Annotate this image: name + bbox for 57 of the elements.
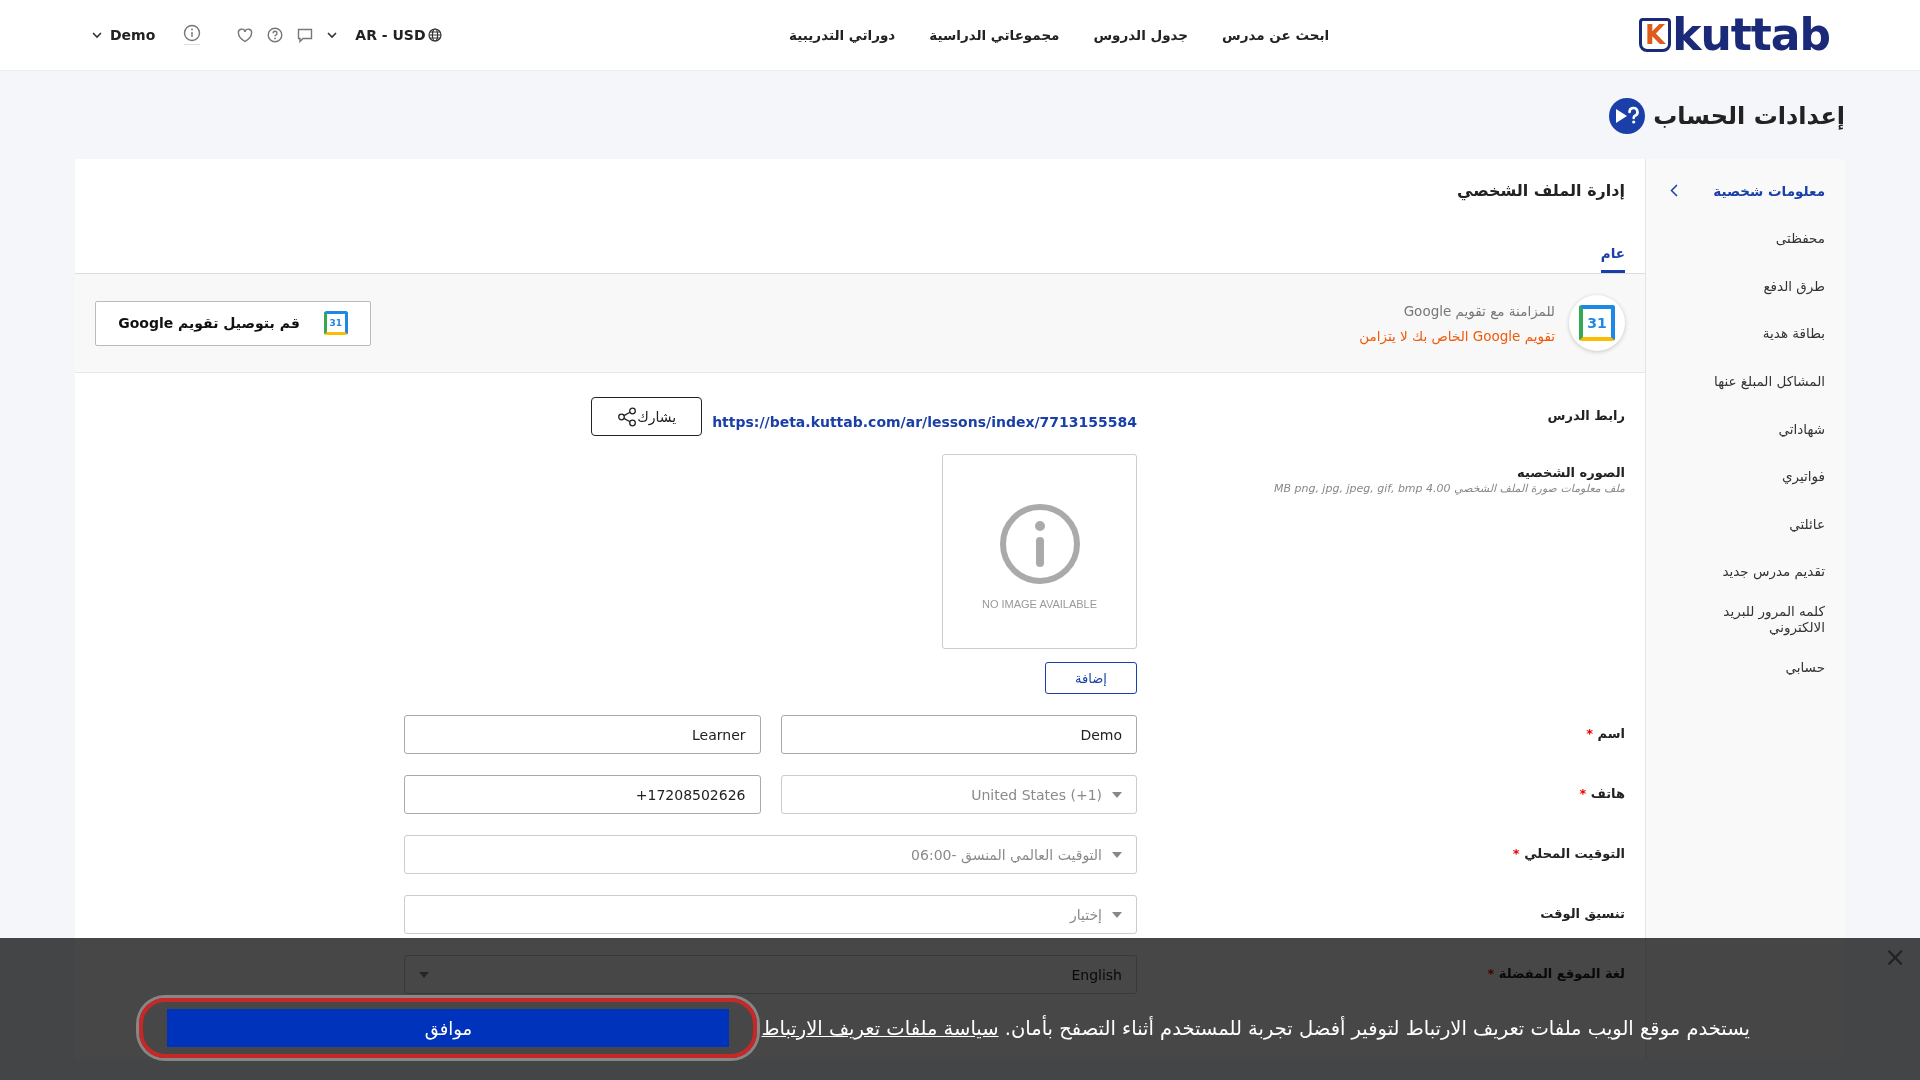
dropdown-arrow-icon — [1112, 791, 1122, 798]
help-icon[interactable] — [267, 27, 284, 43]
dropdown-field[interactable]: التوقيت العالمي المنسق -06:00 — [404, 835, 1137, 874]
nav-link[interactable]: دوراتي التدريبية — [789, 27, 896, 43]
calendar-icon: 31 — [323, 311, 348, 335]
sidebar-item[interactable]: بطاقة هدية — [1646, 309, 1845, 358]
sidebar-item[interactable]: عائلتي — [1646, 500, 1845, 548]
dropdown-field[interactable]: إختيار — [404, 895, 1137, 934]
dropdown-arrow-icon — [1112, 911, 1122, 918]
sidebar-item[interactable]: معلومات شخصية — [1646, 167, 1845, 215]
share-button[interactable]: يشارك — [591, 397, 703, 436]
card-title: إدارة الملف الشخصي — [1455, 180, 1625, 203]
language-currency-button[interactable]: AR - USD — [355, 27, 442, 43]
cookie-policy-link[interactable]: سياسة ملفات تعريف الارتباط — [761, 1016, 999, 1040]
user-menu-button[interactable]: Demo — [92, 27, 156, 43]
sidebar-item[interactable]: حسابي — [1646, 642, 1845, 691]
sidebar-item[interactable]: محفظتى — [1646, 214, 1845, 263]
nav-link[interactable]: جدول الدروس — [1093, 27, 1189, 43]
field-label: تنسيق الوقت — [1540, 906, 1625, 921]
sidebar-item[interactable]: تقديم مدرس جديد — [1646, 547, 1845, 596]
nav-link[interactable]: ابحث عن مدرس — [1222, 27, 1330, 43]
globe-icon — [427, 28, 442, 42]
share-icon — [617, 406, 638, 427]
sync-title: للمزامنة مع تقويم Google — [1402, 302, 1555, 319]
field-label: هاتف * — [1579, 786, 1625, 801]
add-photo-button[interactable]: إضافة — [1045, 662, 1137, 694]
info-icon — [997, 501, 1082, 586]
chevron-down-icon[interactable] — [327, 31, 338, 39]
input-field[interactable]: Demo — [780, 715, 1137, 754]
dropdown-arrow-icon — [1112, 851, 1122, 858]
field-label: اسم * — [1586, 726, 1625, 741]
sidebar-item[interactable]: كلمه المرور للبريد الالكتروني — [1646, 595, 1845, 643]
accept-button[interactable]: موافق — [167, 1009, 730, 1047]
cookie-message: يستخدم موقع الويب ملفات تعريف الارتباط لتوفير أفضل تجربة للمستخدم أثناء التصفح بأمان. سياسة ملفات تعريف الارتباط — [761, 1016, 1750, 1040]
sync-status: تقويم Google الخاص بك لا يتزامن — [1359, 327, 1555, 344]
logo[interactable]: K kuttab — [1639, 13, 1830, 57]
sidebar-item[interactable]: شهاداتي — [1646, 404, 1845, 453]
help-video-icon[interactable] — [1609, 97, 1646, 134]
field-label: لغة الموقع المفضلة * — [1487, 966, 1625, 981]
sidebar-item[interactable]: المشاكل المبلغ عنها — [1646, 357, 1845, 405]
input-field[interactable]: +17208502626 — [404, 775, 761, 814]
nav-link[interactable]: مجموعاتي الدراسية — [929, 27, 1060, 43]
field-label: رابط الدرس — [1547, 408, 1625, 423]
sidebar-item[interactable]: طرق الدفع — [1646, 262, 1845, 310]
page-title: إعدادات الحساب — [1653, 101, 1845, 130]
sidebar-item[interactable]: فواتيري — [1646, 452, 1845, 501]
calendar-icon: 31 — [1579, 305, 1615, 341]
chevron-left-icon — [1670, 184, 1678, 198]
heart-icon[interactable] — [237, 27, 254, 43]
field-label: التوقيت المحلي * — [1512, 846, 1625, 861]
chat-icon[interactable] — [297, 27, 314, 43]
info-icon[interactable] — [183, 24, 202, 46]
photo-hint: ملف معلومات صورة الملف الشخصي MB png, jpg, jpeg, gif, bmp 4.00 — [1272, 482, 1625, 495]
chevron-down-icon[interactable] — [92, 31, 102, 39]
field-label: الصوره الشخصيه — [1517, 465, 1625, 480]
lesson-link[interactable]: https://beta.kuttab.com/ar/lessons/index/7713155584 — [712, 403, 1137, 430]
input-field[interactable]: Learner — [404, 715, 761, 754]
